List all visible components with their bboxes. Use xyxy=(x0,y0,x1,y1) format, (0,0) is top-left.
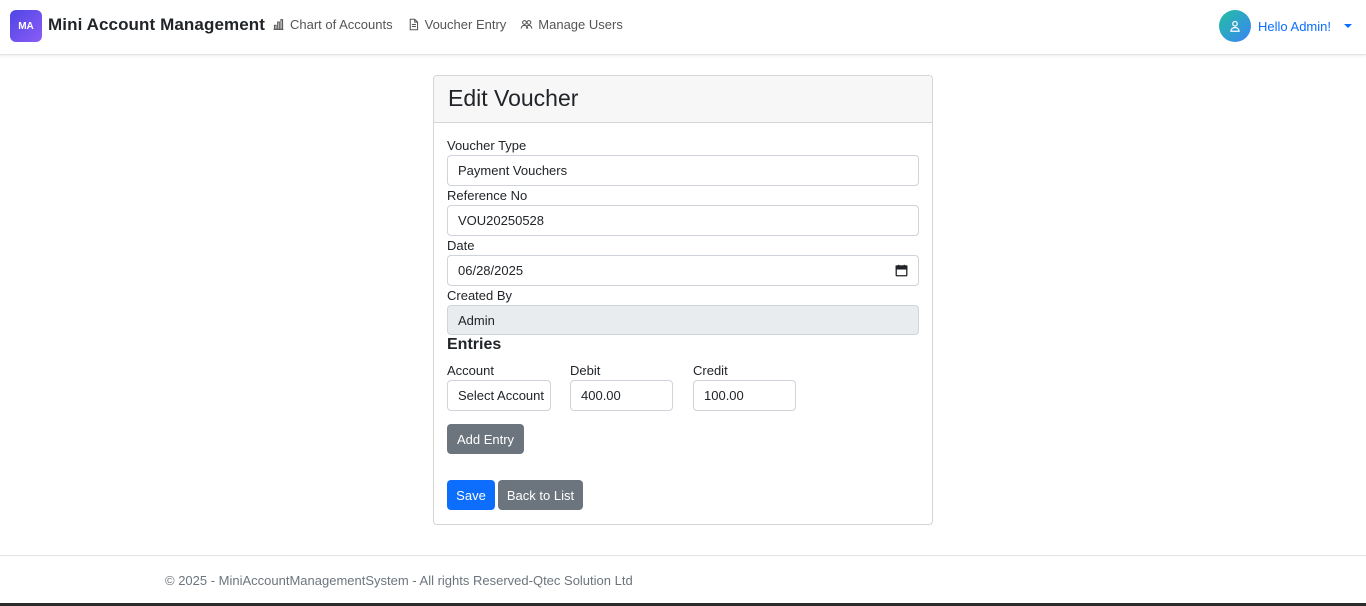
credit-column-label: Credit xyxy=(693,363,728,378)
edit-voucher-card: Edit Voucher Voucher Type Payment Vouche… xyxy=(433,75,933,525)
save-button[interactable]: Save xyxy=(447,480,495,510)
back-to-list-button[interactable]: Back to List xyxy=(498,480,583,510)
date-input[interactable]: 06/28/2025 xyxy=(447,255,919,286)
chevron-down-icon[interactable] xyxy=(1344,24,1352,28)
footer-text: © 2025 - MiniAccountManagementSystem - A… xyxy=(165,573,633,588)
voucher-type-label: Voucher Type xyxy=(447,138,527,153)
nav-manage-users-label: Manage Users xyxy=(538,17,623,32)
nav-chart-of-accounts-label: Chart of Accounts xyxy=(290,17,393,32)
bar-chart-icon xyxy=(273,19,284,30)
nav-chart-of-accounts[interactable]: Chart of Accounts xyxy=(272,17,393,32)
calendar-icon[interactable] xyxy=(895,264,908,277)
reference-no-label: Reference No xyxy=(447,188,528,203)
debit-input[interactable]: 400.00 xyxy=(570,380,673,411)
footer-divider xyxy=(0,555,1366,556)
user-menu[interactable]: Hello Admin! xyxy=(1219,10,1352,42)
account-column-label: Account xyxy=(447,363,494,378)
page-title: Edit Voucher xyxy=(448,85,579,111)
reference-no-input[interactable]: VOU20250528 xyxy=(447,205,919,236)
user-greeting[interactable]: Hello Admin! xyxy=(1258,19,1331,34)
created-by-label: Created By xyxy=(447,288,513,303)
debit-column-label: Debit xyxy=(570,363,601,378)
nav-links: Chart of Accounts Voucher Entry Manage U… xyxy=(272,17,623,32)
document-icon xyxy=(409,18,418,31)
nav-manage-users[interactable]: Manage Users xyxy=(520,17,623,32)
user-icon xyxy=(1230,20,1240,32)
account-select[interactable]: Select Account xyxy=(447,380,551,411)
credit-input[interactable]: 100.00 xyxy=(693,380,796,411)
navbar: MA Mini Account Management Chart of Acco… xyxy=(0,0,1366,55)
date-label: Date xyxy=(447,238,475,253)
nav-voucher-entry-label: Voucher Entry xyxy=(424,17,507,32)
add-entry-button[interactable]: Add Entry xyxy=(447,424,524,454)
brand-logo[interactable]: MA xyxy=(10,10,42,42)
created-by-input: Admin xyxy=(447,305,919,335)
users-icon xyxy=(520,20,533,29)
date-value: 06/28/2025 xyxy=(458,263,524,278)
card-header: Edit Voucher xyxy=(434,76,932,123)
entries-heading: Entries xyxy=(447,336,502,353)
nav-voucher-entry[interactable]: Voucher Entry xyxy=(407,17,507,32)
avatar[interactable] xyxy=(1219,10,1252,42)
brand-name[interactable]: Mini Account Management xyxy=(48,15,265,35)
voucher-type-input[interactable]: Payment Vouchers xyxy=(447,155,919,186)
